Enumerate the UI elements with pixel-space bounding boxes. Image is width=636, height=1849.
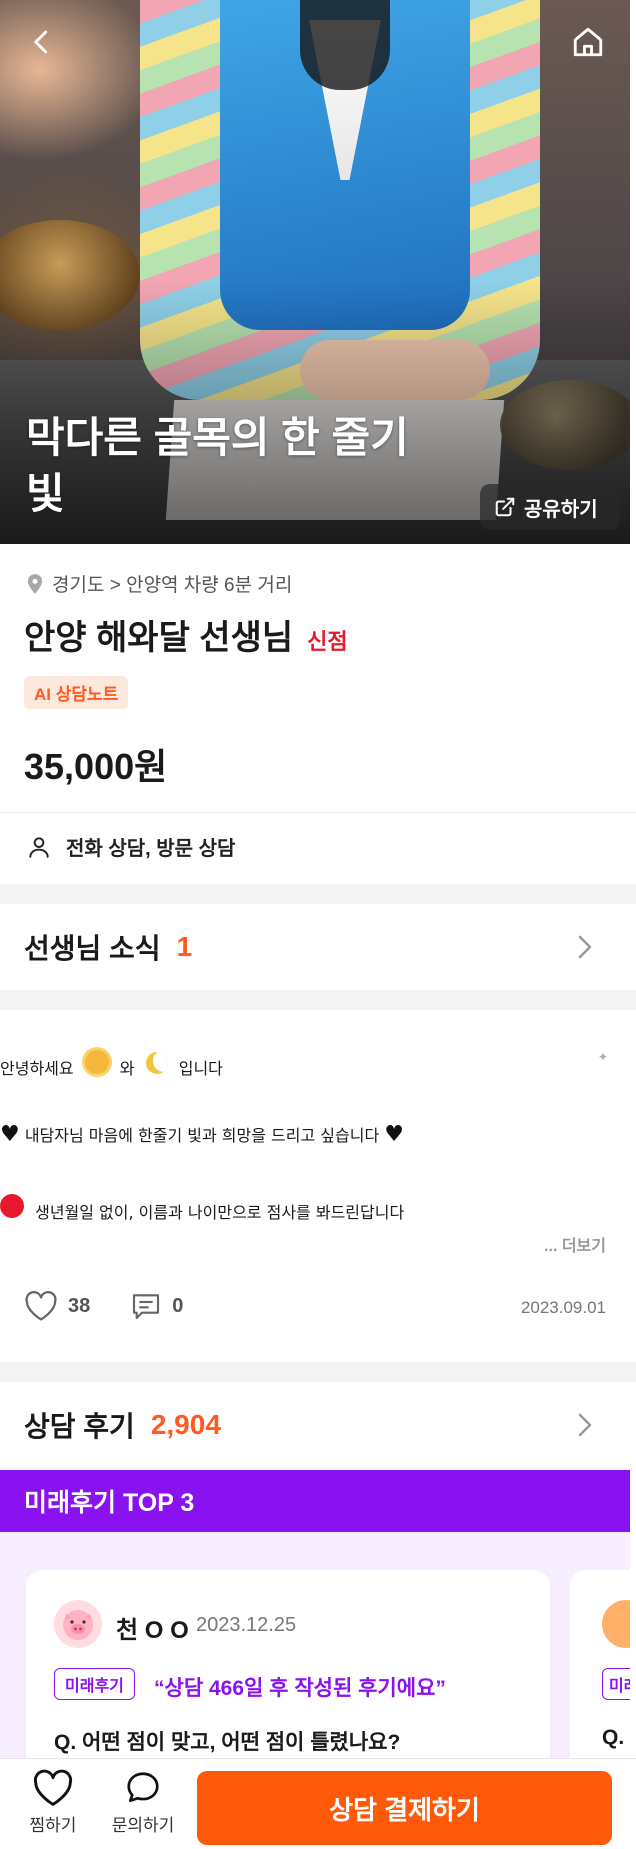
- inquiry-button[interactable]: 문의하기: [108, 1769, 178, 1836]
- reviewer-name: 천 O O: [116, 1617, 189, 1644]
- black-heart-icon: ♥: [0, 1122, 20, 1147]
- red-circle-icon: [0, 1194, 24, 1218]
- black-heart-icon: ♥: [384, 1122, 405, 1147]
- more-link[interactable]: ... 더보기: [544, 1232, 606, 1256]
- news-line-2: ♥ 내담자님 마음에 한줄기 빛과 희망을 드리고 싶습니다 ♥: [0, 1122, 404, 1152]
- share-external-icon: [495, 497, 515, 517]
- comment-stat[interactable]: 0: [130, 1290, 183, 1322]
- inquiry-label: 문의하기: [111, 1816, 175, 1835]
- avatar: [54, 1600, 102, 1648]
- section-gap: [0, 884, 636, 904]
- news-line-3: 생년월일 없이, 이름과 나이만으로 점사를 봐드린답니다: [0, 1194, 404, 1224]
- review-card[interactable]: 천 O O 2023.12.25 미래후기 “상담 466일 후 작성된 후기에…: [26, 1570, 550, 1762]
- divider: [0, 812, 636, 813]
- review-question: Q.: [602, 1726, 625, 1749]
- hero-title: 막다른 골목의 한 줄기 빛: [26, 414, 409, 517]
- pig-icon: [63, 1610, 93, 1640]
- future-review-tag: 미래후기: [602, 1668, 630, 1700]
- back-button[interactable]: [20, 20, 64, 64]
- chevron-left-icon: [34, 30, 48, 54]
- review-carousel[interactable]: 천 O O 2023.12.25 미래후기 “상담 466일 후 작성된 후기에…: [0, 1532, 630, 1762]
- ai-note-badge: AI 상담노트: [24, 676, 129, 709]
- section-gap: [0, 990, 636, 1010]
- person-icon: [29, 836, 49, 858]
- news-section-header[interactable]: 선생님 소식 1: [0, 904, 630, 990]
- moon-icon: [145, 1052, 168, 1074]
- hero-image: 막다른 골목의 한 줄기 빛 공유하기: [0, 0, 630, 544]
- comment-icon: [133, 1294, 160, 1320]
- news-line-2-text: 내담자님 마음에 한줄기 빛과 희망을 드리고 싶습니다: [24, 1126, 380, 1145]
- sun-icon: [84, 1050, 109, 1074]
- location: 경기도 > 안양역 차량 6분 거리: [26, 570, 292, 597]
- review-quote: “상담 466일 후 작성된 후기에요”: [154, 1677, 446, 1700]
- hero-hair: [300, 0, 390, 90]
- review-card[interactable]: 미래후기 Q.: [570, 1570, 630, 1762]
- comment-count: 0: [172, 1294, 184, 1317]
- future-review-tag: 미래후기: [54, 1668, 135, 1700]
- review-question: Q. 어떤 점이 맞고, 어떤 점이 틀렸나요?: [54, 1731, 401, 1754]
- bottom-action-bar: 찜하기 문의하기 상담 결제하기: [0, 1758, 636, 1849]
- wish-label: 찜하기: [29, 1816, 77, 1835]
- top3-banner: 미래후기 TOP 3: [0, 1470, 630, 1532]
- news-line-1-post: 입니다: [178, 1059, 223, 1078]
- news-line-1-pre: 안녕하세요: [0, 1059, 74, 1078]
- location-pin-icon: [27, 573, 43, 594]
- news-stats: 38 0: [24, 1290, 213, 1322]
- like-count: 38: [68, 1294, 91, 1317]
- news-section-title: 선생님 소식: [24, 933, 161, 964]
- review-count: 2,904: [150, 1409, 221, 1440]
- like-stat[interactable]: 38: [24, 1290, 90, 1322]
- share-button[interactable]: 공유하기: [480, 484, 620, 530]
- shop-title: 안양 해와달 선생님 신점: [24, 610, 348, 659]
- shop-name: 안양 해와달 선생님: [24, 619, 294, 657]
- news-line-1-mid: 와: [119, 1059, 135, 1078]
- section-gap: [0, 1362, 636, 1382]
- chat-bubble-icon: [127, 1772, 159, 1803]
- page: 막다른 골목의 한 줄기 빛 공유하기 경기도 > 안양역 차량 6분 거리 안…: [0, 0, 636, 1849]
- consult-types: 전화 상담, 방문 상담: [26, 832, 235, 861]
- pay-button[interactable]: 상담 결제하기: [197, 1771, 612, 1845]
- home-icon: [573, 27, 603, 57]
- home-button[interactable]: [566, 20, 610, 64]
- news-line-3-text: 생년월일 없이, 이름과 나이만으로 점사를 봐드린답니다: [35, 1203, 405, 1222]
- location-text: 경기도 > 안양역 차량 6분 거리: [52, 575, 293, 596]
- review-section-header[interactable]: 상담 후기 2,904: [0, 1382, 630, 1468]
- chevron-right-icon: [578, 935, 592, 959]
- wish-button[interactable]: 찜하기: [18, 1769, 88, 1836]
- news-date: 2023.09.01: [520, 1298, 606, 1317]
- news-count: 1: [176, 931, 193, 962]
- heart-outline-icon: [33, 1769, 73, 1806]
- share-label: 공유하기: [524, 498, 598, 521]
- price: 35,000원: [24, 746, 168, 787]
- pin-icon: ✦: [598, 1050, 609, 1064]
- news-line-1: 안녕하세요 와 입니다: [0, 1050, 223, 1080]
- chevron-right-icon: [578, 1413, 592, 1437]
- review-date: 2023.12.25: [196, 1614, 297, 1636]
- heart-outline-icon: [25, 1291, 57, 1321]
- review-section-title: 상담 후기: [24, 1411, 135, 1442]
- avatar: [602, 1600, 630, 1648]
- category-badge: 신점: [307, 629, 348, 654]
- consult-types-text: 전화 상담, 방문 상담: [66, 838, 236, 860]
